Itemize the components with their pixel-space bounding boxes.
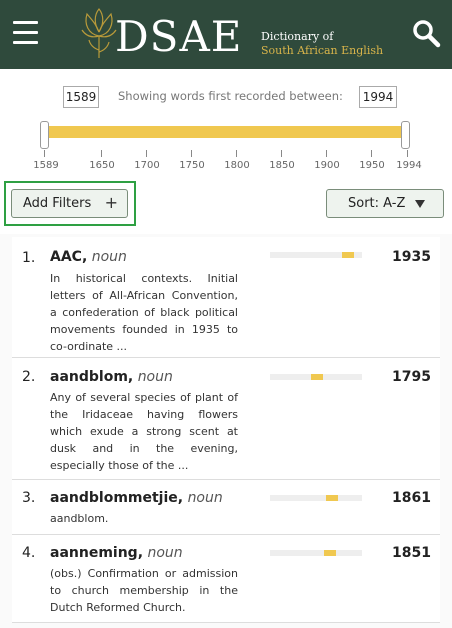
timeline-bar <box>270 495 362 501</box>
axis-tick <box>191 150 192 157</box>
end-year-input[interactable]: 1994 <box>359 86 397 108</box>
axis-tick-label: 1850 <box>269 160 295 171</box>
entry-definition: (obs.) Confirmation or admission to chur… <box>50 567 238 614</box>
entry-word: aandblom, <box>50 369 134 385</box>
sort-dropdown[interactable]: Sort: A-Z <box>326 189 444 218</box>
hamburger-icon-line <box>13 21 38 24</box>
timeline-bar <box>270 374 362 380</box>
entry-number: 2. <box>22 369 36 385</box>
axis-tick-label: 1750 <box>179 160 205 171</box>
entry-year: 1851 <box>392 545 431 561</box>
range-start-handle[interactable] <box>40 121 49 149</box>
dsae-logo[interactable]: DSAE Dictionary of South African English <box>78 6 383 64</box>
range-end-handle[interactable] <box>401 121 410 149</box>
entry-word: AAC, <box>50 249 88 265</box>
axis-tick-label: 1700 <box>134 160 160 171</box>
hamburger-menu-button[interactable] <box>13 21 38 45</box>
year-range-track[interactable] <box>46 126 406 138</box>
entry-definition: aandblom. <box>50 512 109 525</box>
axis-tick <box>407 150 408 157</box>
entry-pos: noun <box>137 369 173 385</box>
logo-subtitle-line1: Dictionary of <box>261 30 334 43</box>
entry-year: 1861 <box>392 490 431 506</box>
axis-tick-label: 1900 <box>314 160 340 171</box>
list-item[interactable]: 1. AAC, noun In historical contexts. Ini… <box>12 237 440 358</box>
timeline-marker <box>325 495 338 501</box>
axis-tick <box>326 150 327 157</box>
axis-tick <box>281 150 282 157</box>
hamburger-icon-line <box>13 31 38 34</box>
protea-icon <box>81 8 117 58</box>
timeline-bar <box>270 550 362 556</box>
timeline-bar <box>270 252 362 258</box>
axis-tick <box>236 150 237 157</box>
search-button[interactable] <box>410 18 442 50</box>
sort-label: Sort: A-Z <box>348 196 406 211</box>
entry-definition: In historical contexts. Initial letters … <box>50 272 238 353</box>
axis-tick-label: 1800 <box>224 160 250 171</box>
entry-number: 4. <box>22 545 36 561</box>
entry-headword[interactable]: aandblom, noun <box>50 368 173 386</box>
start-year-input[interactable]: 1589 <box>63 86 99 108</box>
timeline-marker <box>323 550 336 556</box>
axis-tick <box>101 150 102 157</box>
entry-headword[interactable]: aandblommetjie, noun <box>50 489 223 507</box>
entry-word: aanneming, <box>50 545 144 561</box>
add-filters-button[interactable]: Add Filters + <box>11 189 128 218</box>
hamburger-icon-line <box>13 41 38 44</box>
entry-year: 1795 <box>392 369 431 385</box>
list-item[interactable]: 4. aanneming, noun (obs.) Confirmation o… <box>12 535 440 623</box>
timeline-marker <box>310 374 323 380</box>
entry-pos: noun <box>187 490 223 506</box>
entry-pos: noun <box>91 249 127 265</box>
axis-tick <box>371 150 372 157</box>
axis-tick <box>146 150 147 157</box>
add-filters-label: Add Filters <box>23 196 92 211</box>
search-icon <box>413 20 441 48</box>
entry-number: 1. <box>22 250 36 266</box>
plus-icon: + <box>104 193 118 212</box>
entry-definition: Any of several species of plant of the I… <box>50 391 238 472</box>
app-header: DSAE Dictionary of South African English <box>0 0 452 69</box>
axis-tick-label: 1994 <box>396 160 422 171</box>
entry-headword[interactable]: AAC, noun <box>50 248 127 266</box>
logo-title: DSAE <box>115 12 243 61</box>
axis-tick-label: 1589 <box>33 160 59 171</box>
timeline-marker <box>342 252 355 258</box>
range-label: Showing words first recorded between: <box>118 89 343 103</box>
axis-tick-label: 1950 <box>359 160 385 171</box>
list-item[interactable]: 3. aandblommetjie, noun aandblom. 1861 <box>12 480 440 535</box>
entry-number: 3. <box>22 490 36 506</box>
entry-word: aandblommetjie, <box>50 490 184 506</box>
logo-subtitle-line2: South African English <box>261 44 384 57</box>
axis-tick <box>44 150 45 157</box>
entry-year: 1935 <box>392 249 431 265</box>
caret-down-icon <box>415 200 425 208</box>
entry-headword[interactable]: aanneming, noun <box>50 544 183 562</box>
list-item[interactable]: 2. aandblom, noun Any of several species… <box>12 358 440 480</box>
axis-tick-label: 1650 <box>89 160 115 171</box>
entry-pos: noun <box>147 545 183 561</box>
